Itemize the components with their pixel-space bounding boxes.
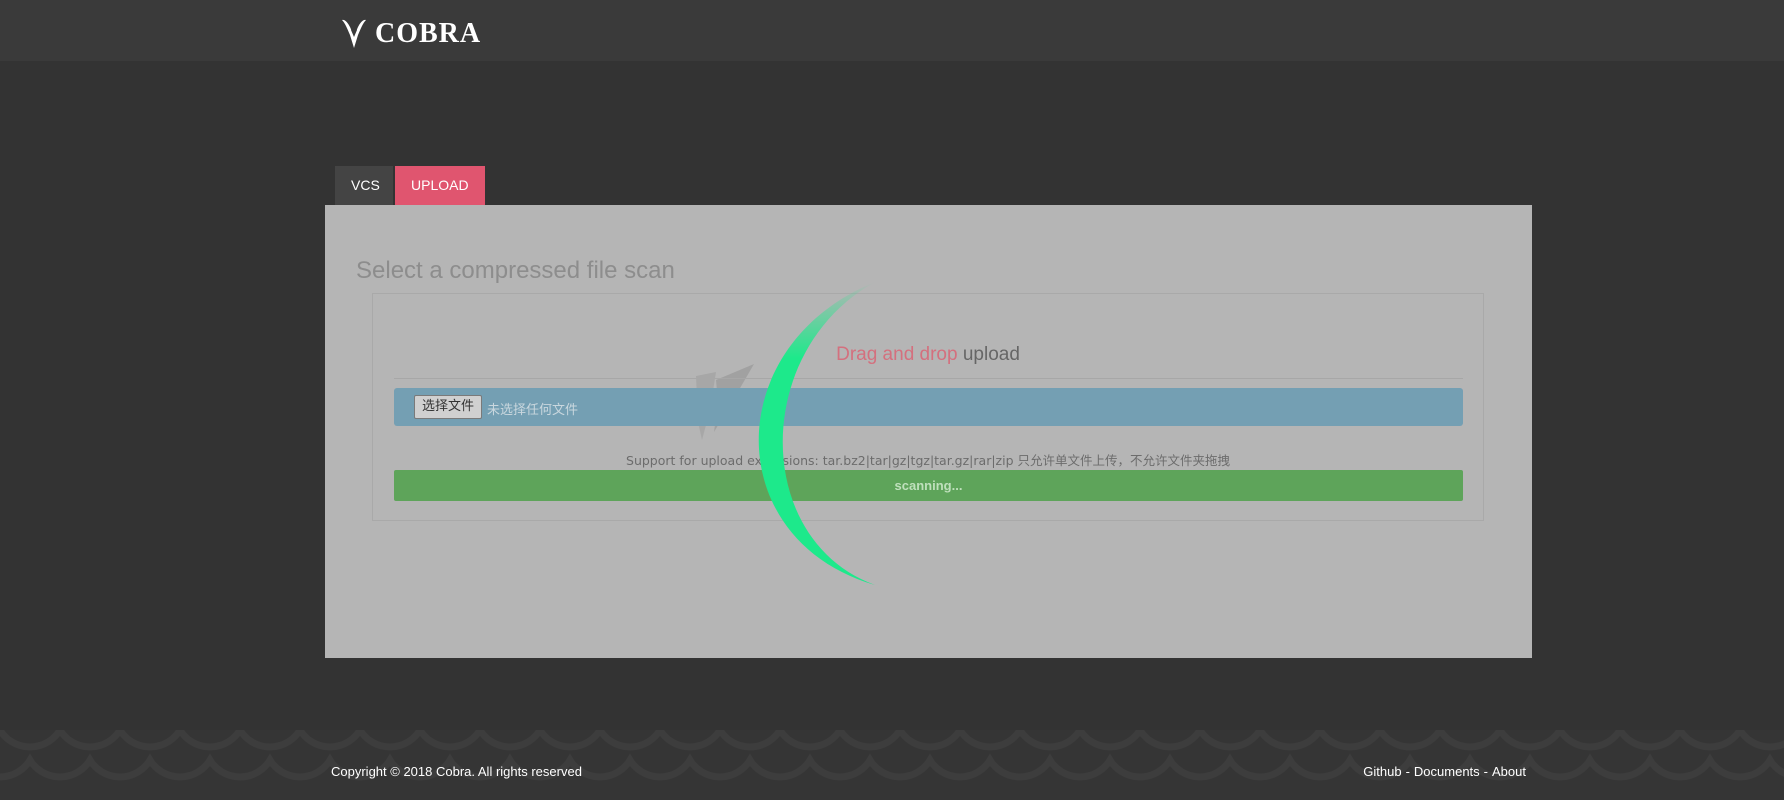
- drop-zone[interactable]: Drag and drop upload 安全的攻防社区 选择文件 未选择任何文…: [372, 293, 1484, 521]
- brand-name: COBRA: [375, 18, 482, 49]
- link-separator: -: [1405, 764, 1410, 779]
- tab-upload[interactable]: UPLOAD: [395, 166, 485, 205]
- link-separator: -: [1483, 764, 1489, 779]
- upload-panel: Select a compressed file scan Drag and d…: [325, 205, 1532, 658]
- tab-vcs[interactable]: VCS: [335, 166, 393, 205]
- github-link[interactable]: Github: [1363, 764, 1401, 779]
- scan-mode-tabs: VCS UPLOAD: [335, 166, 485, 205]
- about-link[interactable]: About: [1492, 764, 1526, 779]
- documents-link[interactable]: Documents: [1414, 764, 1480, 779]
- footer-links: Github - Documents - About: [1363, 764, 1526, 779]
- brand-link[interactable]: COBRA: [339, 16, 481, 52]
- footer: Copyright © 2018 Cobra. All rights reser…: [0, 730, 1784, 800]
- file-input-row: 选择文件 未选择任何文件: [394, 388, 1463, 426]
- file-status-text: 未选择任何文件: [487, 403, 579, 418]
- choose-file-button[interactable]: 选择文件: [414, 395, 483, 419]
- top-navbar: COBRA: [0, 0, 1784, 61]
- copyright-text: Copyright © 2018 Cobra. All rights reser…: [331, 764, 582, 779]
- cobra-logo-icon: [342, 19, 366, 48]
- support-extensions-text: Support for upload extensions: tar.bz2|t…: [626, 453, 1230, 468]
- panel-title: Select a compressed file scan: [356, 257, 675, 284]
- scan-progress-bar: scanning...: [394, 470, 1463, 501]
- divider: [394, 378, 1463, 379]
